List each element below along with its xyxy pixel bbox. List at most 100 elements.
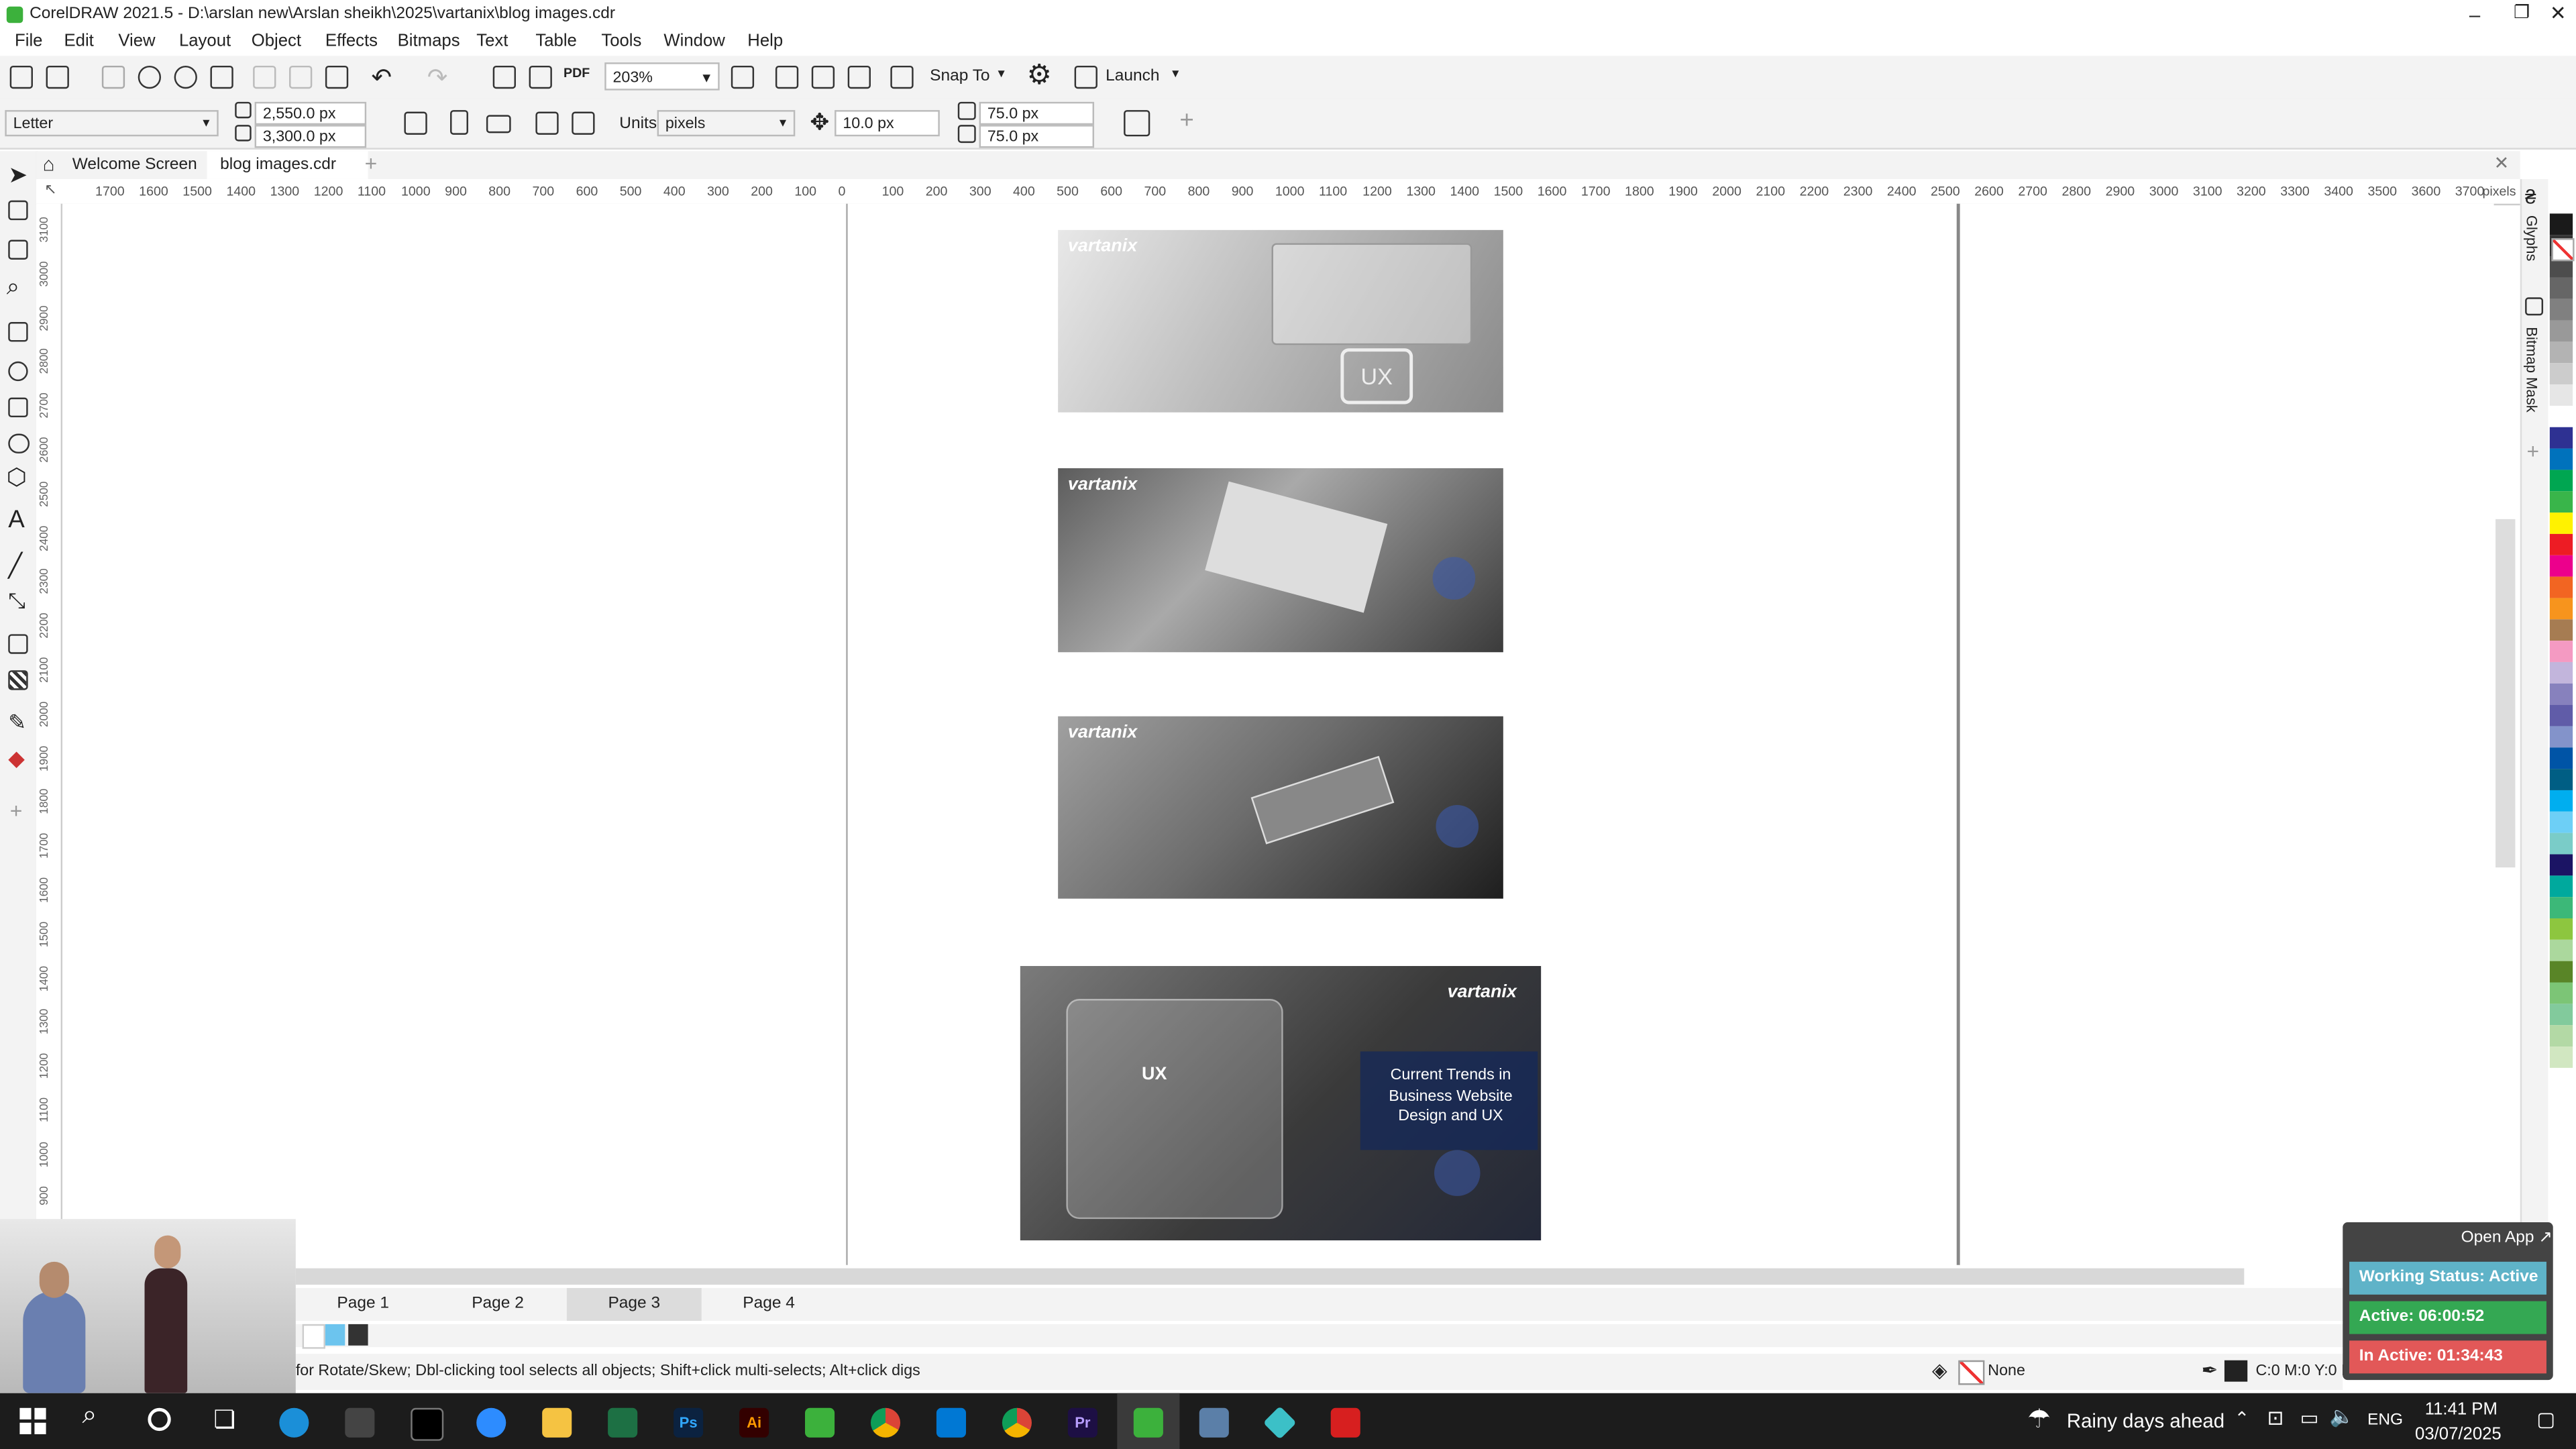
menu-help[interactable]: Help [747,32,783,51]
color-swatch[interactable] [2549,1046,2573,1068]
color-swatch[interactable] [2549,320,2573,342]
transparency-icon[interactable] [8,670,28,690]
cut-icon[interactable] [253,65,276,89]
connector-tool-icon[interactable]: ⤡ [8,588,25,614]
ellipse-tool-icon[interactable] [8,433,30,453]
excel-icon[interactable] [608,1407,638,1438]
page-size-select[interactable]: Letter ▼ [5,110,219,137]
color-swatch[interactable] [2549,939,2573,961]
clock-date[interactable]: 03/07/2025 [2415,1424,2502,1444]
page-height-field[interactable]: 3,300.0 px [254,125,367,148]
freehand-tool-icon[interactable] [8,322,28,342]
color-swatch[interactable] [2549,470,2573,492]
color-swatch[interactable] [2549,598,2573,620]
drawing-canvas[interactable]: vartanix UX vartanix vartanix vartanix U… [62,203,2516,1265]
save-icon[interactable] [101,65,125,89]
color-swatch[interactable] [2549,790,2573,812]
fill-tool-icon[interactable]: ◆ [8,746,24,772]
open-folder-icon[interactable] [46,65,69,89]
glyphs-docker-icon[interactable]: ₴ [2525,186,2536,209]
cortana-icon[interactable] [148,1407,171,1432]
close-button[interactable]: ✕ [2550,1,2567,24]
maximize-button[interactable]: ❐ [2514,1,2530,23]
export-icon[interactable] [529,65,552,89]
menu-file[interactable]: File [15,32,42,51]
text-tool-icon[interactable]: A [8,506,25,534]
app-cube-icon[interactable] [1263,1405,1297,1440]
zoom-tool-icon[interactable]: ⌕ [7,273,19,301]
all-pages-icon[interactable] [535,111,559,135]
color-swatch[interactable] [2549,427,2573,449]
color-swatch[interactable] [2549,769,2573,790]
chevron-down-icon[interactable]: ▼ [700,64,712,93]
rectangle-tool-icon[interactable] [8,397,28,418]
no-color-swatch[interactable] [2551,238,2575,262]
crop-tool-icon[interactable] [8,239,28,260]
color-swatch[interactable] [2549,833,2573,855]
color-swatch[interactable] [2549,875,2573,898]
guidelines-icon[interactable] [847,65,871,89]
import-icon[interactable] [492,65,516,89]
gear-icon[interactable]: ⚙ [1027,59,1052,92]
zoom-icon[interactable] [476,1407,506,1438]
redo-icon[interactable]: ↷ [427,62,448,93]
full-screen-icon[interactable] [731,65,755,89]
chevron-down-icon[interactable]: ▼ [1170,69,1181,80]
weather-text[interactable]: Rainy days ahead [2067,1409,2224,1432]
line-tool-icon[interactable]: ╱ [8,552,22,580]
battery-icon[interactable]: ▭ [2300,1406,2319,1429]
color-swatch[interactable] [2549,384,2573,406]
chrome-icon[interactable] [870,1407,901,1438]
menu-window[interactable]: Window [663,32,724,51]
blog-image-3[interactable]: vartanix [1058,716,1503,899]
print-icon[interactable] [210,65,233,89]
snap-off-icon[interactable] [890,65,914,89]
terminal-icon[interactable] [411,1407,444,1441]
home-icon[interactable]: ⌂ [43,153,55,176]
color-swatch[interactable] [2549,726,2573,748]
nudge-distance-field[interactable]: 10.0 px [835,110,940,137]
windows-start-icon[interactable] [19,1407,46,1434]
notification-icon[interactable]: ▢ [2536,1408,2555,1431]
blog-image-1[interactable]: vartanix UX [1058,229,1503,413]
bleed-icon[interactable] [1124,110,1150,137]
close-docker-icon[interactable]: ✕ [2494,153,2510,174]
color-swatch[interactable] [2549,641,2573,662]
task-view-icon[interactable]: ❏ [213,1405,235,1434]
color-swatch[interactable] [2549,299,2573,321]
pick-tool-icon[interactable]: ➤ [8,161,28,189]
open-app-button[interactable]: Open App ↗ [2461,1229,2553,1247]
menu-layout[interactable]: Layout [179,32,231,51]
minimize-button[interactable]: – [2469,3,2480,26]
color-swatch[interactable] [2549,704,2573,727]
language-indicator[interactable]: ENG [2367,1411,2403,1430]
drop-shadow-icon[interactable] [8,634,28,654]
new-tab-icon[interactable]: + [365,151,378,176]
menu-object[interactable]: Object [252,32,301,51]
cloud-icon[interactable] [138,65,162,89]
landscape-icon[interactable] [486,115,511,133]
doc-swatch-dark[interactable] [348,1324,368,1346]
page-tab-1[interactable]: Page 1 [296,1288,431,1321]
duplicate-x-field[interactable]: 75.0 px [979,101,1095,125]
calculator-icon[interactable] [1199,1407,1229,1438]
shape-tool-icon[interactable] [8,200,28,221]
fill-swatch[interactable] [1958,1360,1985,1385]
units-select[interactable]: pixels ▼ [657,110,796,137]
polygon-tool-icon[interactable]: ⬡ [7,464,27,492]
color-swatch[interactable] [2549,619,2573,641]
network-icon[interactable]: ⊡ [2267,1406,2284,1429]
glyphs-docker-tab[interactable]: Glyphs [2524,215,2540,262]
color-swatch[interactable] [2549,918,2573,940]
page-tab-3[interactable]: Page 3 [566,1288,702,1321]
ruler-origin-icon[interactable]: ↖ [44,180,56,199]
clock-time[interactable]: 11:41 PM [2425,1400,2498,1419]
orientation-lock-icon[interactable] [404,111,427,135]
color-swatch[interactable] [2549,341,2573,364]
blog-banner[interactable]: vartanix UX Current Trends in Business W… [1020,966,1542,1240]
color-swatch[interactable] [2549,213,2573,235]
color-swatch[interactable] [2549,405,2573,427]
copy-icon[interactable] [289,65,313,89]
eyedropper-icon[interactable]: ✎ [8,710,26,736]
premiere-icon[interactable]: Pr [1067,1407,1097,1438]
